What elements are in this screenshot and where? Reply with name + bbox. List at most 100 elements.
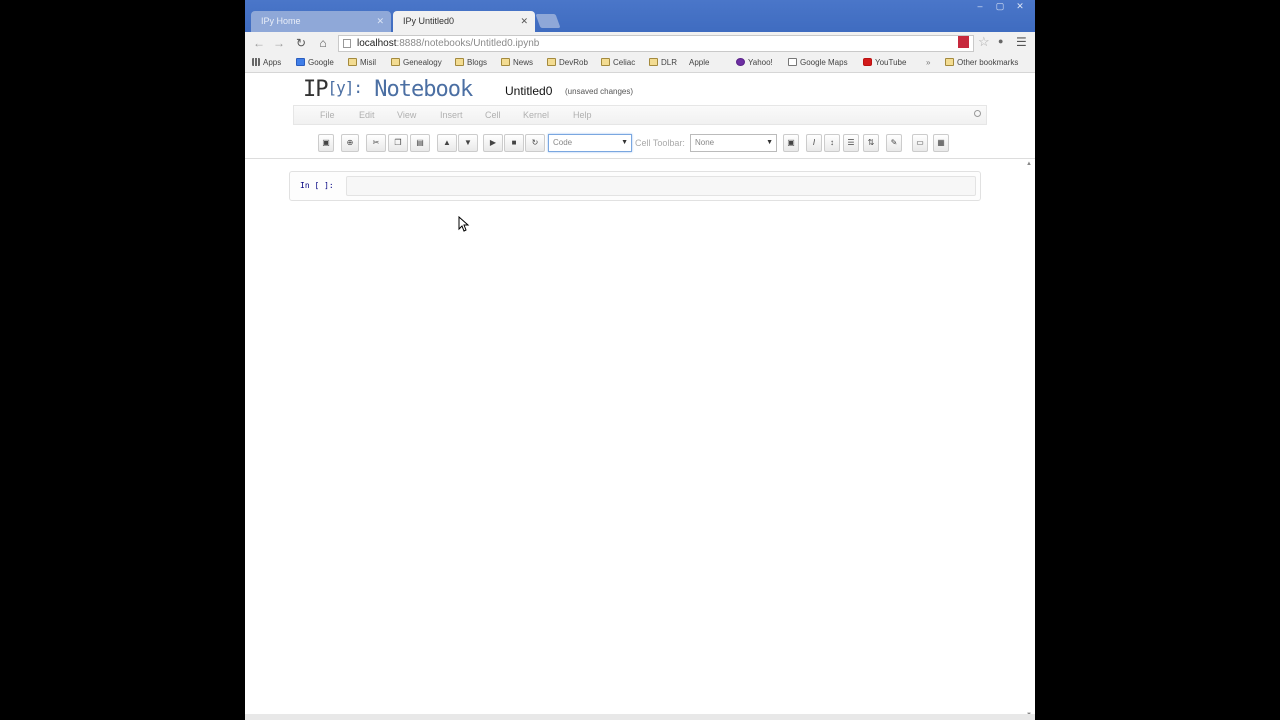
folder-icon — [547, 58, 556, 66]
logo-y: [y] — [327, 78, 355, 97]
interrupt-icon[interactable]: ■ — [504, 134, 524, 152]
bookmark-other[interactable]: Other bookmarks — [945, 57, 1018, 69]
eraser-icon[interactable]: ✎ — [886, 134, 902, 152]
save-icon[interactable]: ▣ — [318, 134, 334, 152]
code-input[interactable] — [346, 176, 976, 196]
cell-type-select[interactable]: Code ▼ — [548, 134, 632, 152]
forward-icon[interactable]: → — [271, 35, 287, 51]
bookmark-apps[interactable]: Apps — [252, 57, 281, 69]
menu-kernel[interactable]: Kernel — [523, 110, 549, 120]
flash-extension-icon[interactable] — [958, 36, 969, 48]
google-icon — [296, 58, 305, 66]
tab-ipy-home[interactable]: IPy Home ✕ — [251, 11, 391, 32]
scroll-up-icon[interactable]: ▲ — [1026, 161, 1032, 167]
cell-toolbar-label: Cell Toolbar: — [635, 138, 685, 148]
window-controls: – ▢ ✕ — [971, 0, 1029, 13]
bookmark-blogs[interactable]: Blogs — [455, 57, 487, 69]
tab-title: IPy Untitled0 — [403, 16, 455, 26]
move-down-icon[interactable]: ▼ — [458, 134, 478, 152]
paste-icon[interactable]: ▤ — [410, 134, 430, 152]
bookmarks-overflow-icon[interactable]: » — [926, 57, 930, 69]
folder-icon — [649, 58, 658, 66]
bookmark-label: DevRob — [559, 58, 588, 67]
kernel-status-icon — [974, 110, 981, 117]
bookmark-genealogy[interactable]: Genealogy — [391, 57, 442, 69]
bookmark-yahoo[interactable]: Yahoo! — [736, 57, 773, 69]
cell-type-value: Code — [553, 138, 573, 147]
calendar-icon[interactable]: ▦ — [933, 134, 949, 152]
bookmark-dlr[interactable]: DLR — [649, 57, 677, 69]
browser-toolbar: ← → ↻ ⌂ localhost:8888/notebooks/Untitle… — [245, 32, 1035, 54]
bookmark-news[interactable]: News — [501, 57, 533, 69]
folder-open-icon[interactable]: ▭ — [912, 134, 928, 152]
chevron-down-icon: ▼ — [766, 139, 773, 146]
bookmark-misil[interactable]: Misil — [348, 57, 376, 69]
apps-icon — [252, 58, 260, 66]
text-height-icon[interactable]: ↕ — [824, 134, 840, 152]
page-scrollbar[interactable]: ▲ ▼ — [1026, 161, 1033, 718]
cut-icon[interactable]: ✂ — [366, 134, 386, 152]
notebook-name[interactable]: Untitled0 — [505, 84, 552, 98]
folder-icon — [455, 58, 464, 66]
sort-icon[interactable]: ⇅ — [863, 134, 879, 152]
italic-icon[interactable]: I — [806, 134, 822, 152]
chevron-down-icon: ▼ — [621, 139, 628, 146]
notebook-page: IP[y]: Notebook Untitled0 (unsaved chang… — [245, 73, 1035, 720]
menu-edit[interactable]: Edit — [359, 110, 375, 120]
menu-file[interactable]: File — [320, 110, 335, 120]
close-tab-icon[interactable]: ✕ — [376, 11, 384, 32]
toolbar-divider — [245, 158, 1035, 159]
bookmark-star-icon[interactable]: ☆ — [978, 34, 990, 50]
reload-icon[interactable]: ↻ — [293, 35, 309, 51]
bookmark-apple[interactable]: Apple — [689, 57, 710, 138]
close-tab-icon[interactable]: ✕ — [520, 11, 528, 32]
url-path: :8888/notebooks/Untitled0.ipynb — [396, 38, 540, 49]
bookmark-label: Other bookmarks — [957, 58, 1019, 67]
bookmark-label: Celiac — [613, 58, 636, 67]
bookmark-label: DLR — [661, 58, 678, 67]
menu-cell[interactable]: Cell — [485, 110, 501, 120]
new-tab-button[interactable] — [535, 14, 561, 28]
bookmark-google-maps[interactable]: Google Maps — [788, 57, 848, 69]
home-icon[interactable]: ⌂ — [315, 35, 331, 51]
back-icon[interactable]: ← — [251, 35, 267, 51]
cell-toolbar-select[interactable]: None ▼ — [690, 134, 777, 152]
screenshot-icon[interactable]: ▣ — [783, 134, 799, 152]
menu-insert[interactable]: Insert — [440, 110, 463, 120]
insert-cell-icon[interactable]: ⊕ — [341, 134, 359, 152]
logo-colon: : — [353, 78, 363, 97]
menu-view[interactable]: View — [397, 110, 416, 120]
bookmark-label: Google Maps — [800, 58, 848, 67]
bookmark-label: Apple — [689, 58, 710, 67]
notebook-toolbar: ▣ ⊕ ✂ ❐ ▤ ▲ ▼ ▶ ■ ↻ Code ▼ Cell Toolbar:… — [245, 131, 1035, 157]
minimize-button[interactable]: – — [971, 0, 989, 13]
bookmark-google[interactable]: Google — [296, 57, 334, 69]
tab-strip: – ▢ ✕ IPy Home ✕ IPy Untitled0 ✕ — [245, 0, 1035, 32]
bookmark-devrob[interactable]: DevRob — [547, 57, 588, 69]
yahoo-icon — [736, 58, 745, 66]
bookmark-label: Apps — [263, 58, 282, 67]
bookmark-label: Blogs — [467, 58, 488, 67]
menu-help[interactable]: Help — [573, 110, 592, 120]
copy-icon[interactable]: ❐ — [388, 134, 408, 152]
save-status: (unsaved changes) — [565, 87, 634, 96]
tab-title: IPy Home — [261, 16, 301, 26]
restart-icon[interactable]: ↻ — [525, 134, 545, 152]
tab-ipy-untitled0[interactable]: IPy Untitled0 ✕ — [393, 11, 535, 32]
list-icon[interactable]: ☰ — [843, 134, 859, 152]
chrome-menu-icon[interactable]: ☰ — [1016, 35, 1027, 49]
bookmark-celiac[interactable]: Celiac — [601, 57, 635, 69]
maximize-button[interactable]: ▢ — [991, 0, 1009, 13]
page-icon — [343, 39, 351, 48]
bookmark-label: Genealogy — [403, 58, 442, 67]
move-up-icon[interactable]: ▲ — [437, 134, 457, 152]
code-cell[interactable]: In [ ]: — [289, 171, 981, 201]
logo-ip: IP — [303, 77, 328, 102]
extension-icon[interactable]: ● — [998, 36, 1003, 46]
ipython-logo: IP[y]: Notebook — [303, 77, 473, 102]
bookmark-label: Misil — [360, 58, 376, 67]
bookmark-youtube[interactable]: YouTube — [863, 57, 906, 69]
address-bar[interactable]: localhost:8888/notebooks/Untitled0.ipynb — [338, 35, 974, 52]
run-icon[interactable]: ▶ — [483, 134, 503, 152]
close-window-button[interactable]: ✕ — [1011, 0, 1029, 13]
